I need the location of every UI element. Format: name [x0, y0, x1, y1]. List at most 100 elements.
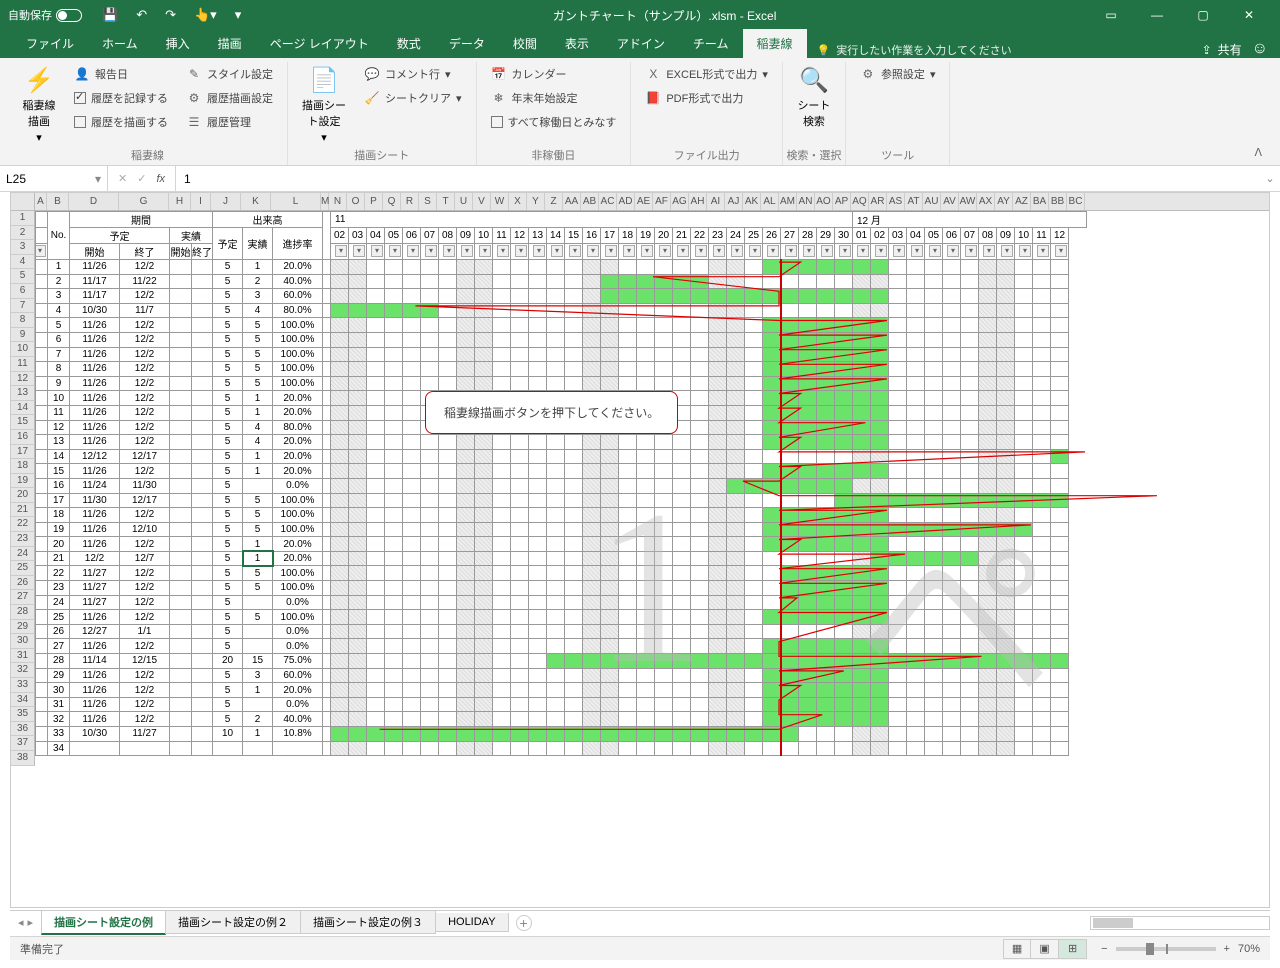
row-header[interactable]: 20: [11, 488, 35, 503]
row-header[interactable]: 24: [11, 547, 35, 562]
zoom-slider-thumb[interactable]: [1146, 943, 1154, 955]
column-header[interactable]: AL: [761, 193, 779, 210]
row-header[interactable]: 36: [11, 722, 35, 737]
calendar-button[interactable]: 📅カレンダー: [487, 64, 621, 84]
pdf-export-button[interactable]: 📕PDF形式で出力: [641, 88, 772, 108]
column-header[interactable]: AJ: [725, 193, 743, 210]
row-header[interactable]: 26: [11, 576, 35, 591]
sheet-search-button[interactable]: 🔍 シート 検索: [793, 62, 835, 151]
row-header[interactable]: 7: [11, 299, 35, 314]
tab-addin[interactable]: アドイン: [603, 29, 679, 58]
column-header[interactable]: AS: [887, 193, 905, 210]
touch-mode-icon[interactable]: 👆▾: [194, 7, 217, 23]
style-settings-button[interactable]: ✎スタイル設定: [182, 64, 277, 84]
row-header[interactable]: 10: [11, 342, 35, 357]
column-header[interactable]: D: [69, 193, 119, 210]
row-header[interactable]: 1: [11, 211, 35, 226]
sheet-tab-2[interactable]: 描画シート設定の例２: [165, 911, 301, 934]
row-header[interactable]: 14: [11, 401, 35, 416]
column-header[interactable]: N: [329, 193, 347, 210]
column-header[interactable]: AE: [635, 193, 653, 210]
all-working-checkbox[interactable]: すべて稼働日とみなす: [487, 112, 621, 132]
row-header[interactable]: 35: [11, 707, 35, 722]
column-header[interactable]: AM: [779, 193, 797, 210]
row-header[interactable]: 32: [11, 663, 35, 678]
comment-row-button[interactable]: 💬コメント行 ▾: [360, 64, 466, 84]
zoom-in-button[interactable]: +: [1224, 943, 1230, 955]
row-header[interactable]: 27: [11, 590, 35, 605]
column-header[interactable]: BC: [1067, 193, 1085, 210]
column-header[interactable]: Z: [545, 193, 563, 210]
draw-sheet-settings-button[interactable]: 📄 描画シー ト設定 ▾: [298, 62, 350, 151]
undo-icon[interactable]: ↶: [136, 7, 147, 23]
column-header[interactable]: AU: [923, 193, 941, 210]
row-header[interactable]: 30: [11, 634, 35, 649]
maximize-button[interactable]: ▢: [1180, 0, 1226, 30]
column-header[interactable]: AA: [563, 193, 581, 210]
column-header[interactable]: A: [35, 193, 47, 210]
row-header[interactable]: 15: [11, 415, 35, 430]
column-header[interactable]: AC: [599, 193, 617, 210]
row-header[interactable]: 9: [11, 328, 35, 343]
row-header[interactable]: 19: [11, 474, 35, 489]
zoom-value[interactable]: 70%: [1238, 943, 1260, 955]
reference-settings-button[interactable]: ⚙参照設定 ▾: [856, 64, 940, 84]
column-header[interactable]: B: [47, 193, 69, 210]
record-history-checkbox[interactable]: 履歴を記録する: [70, 88, 172, 108]
column-header[interactable]: U: [455, 193, 473, 210]
sheet-clear-button[interactable]: 🧹シートクリア ▾: [360, 88, 466, 108]
cancel-formula-icon[interactable]: ✕: [118, 172, 127, 185]
formula-input[interactable]: [184, 172, 1252, 186]
minimize-button[interactable]: —: [1134, 0, 1180, 30]
save-icon[interactable]: 💾: [102, 7, 118, 23]
sheet-tab-3[interactable]: 描画シート設定の例３: [300, 911, 436, 934]
tab-draw[interactable]: 描画: [204, 29, 256, 58]
tell-me-box[interactable]: 💡 実行したい作業を入力してください: [817, 42, 1012, 58]
column-header[interactable]: AP: [833, 193, 851, 210]
tab-view[interactable]: 表示: [551, 29, 603, 58]
sheet-nav-prev-icon[interactable]: ▸: [28, 916, 34, 929]
tab-formulas[interactable]: 数式: [383, 29, 435, 58]
yearend-settings-button[interactable]: ❄年末年始設定: [487, 88, 621, 108]
row-header[interactable]: 2: [11, 226, 35, 241]
column-header[interactable]: AI: [707, 193, 725, 210]
tab-insert[interactable]: 挿入: [152, 29, 204, 58]
chevron-down-icon[interactable]: ▾: [95, 172, 101, 186]
column-header[interactable]: R: [401, 193, 419, 210]
row-header[interactable]: 31: [11, 649, 35, 664]
column-header[interactable]: AF: [653, 193, 671, 210]
row-header[interactable]: 4: [11, 255, 35, 270]
sheet-cells[interactable]: No.期間出来高1112 月予定実績予定実績進捗率020304050607080…: [35, 211, 1269, 907]
tab-home[interactable]: ホーム: [88, 29, 152, 58]
tab-review[interactable]: 校閲: [499, 29, 551, 58]
share-button[interactable]: ⇪ 共有: [1202, 41, 1242, 58]
horizontal-scrollbar[interactable]: [1090, 916, 1270, 930]
column-header[interactable]: AB: [581, 193, 599, 210]
column-header[interactable]: H: [169, 193, 191, 210]
name-box-input[interactable]: [6, 172, 95, 186]
row-header[interactable]: 3: [11, 240, 35, 255]
inazuma-draw-button[interactable]: ⚡ 稲妻線 描画 ▾: [18, 62, 60, 151]
page-break-view-button[interactable]: ⊞: [1059, 939, 1087, 959]
row-header[interactable]: 6: [11, 284, 35, 299]
column-header[interactable]: O: [347, 193, 365, 210]
column-header[interactable]: M: [321, 193, 329, 210]
enter-formula-icon[interactable]: ✓: [137, 172, 146, 185]
column-header[interactable]: AD: [617, 193, 635, 210]
row-header[interactable]: 28: [11, 605, 35, 620]
column-header[interactable]: G: [119, 193, 169, 210]
column-header[interactable]: K: [241, 193, 271, 210]
column-header[interactable]: V: [473, 193, 491, 210]
report-date-button[interactable]: 👤報告日: [70, 64, 172, 84]
row-header[interactable]: 12: [11, 372, 35, 387]
sheet-tab-4[interactable]: HOLIDAY: [435, 913, 508, 932]
column-header[interactable]: Y: [527, 193, 545, 210]
column-header[interactable]: L: [271, 193, 321, 210]
column-header[interactable]: AG: [671, 193, 689, 210]
row-header[interactable]: 5: [11, 269, 35, 284]
column-header[interactable]: AQ: [851, 193, 869, 210]
column-header[interactable]: BB: [1049, 193, 1067, 210]
feedback-smiley-icon[interactable]: ☺: [1252, 40, 1268, 58]
sheet-nav-first-icon[interactable]: ◂: [18, 916, 24, 929]
sheet-tab-1[interactable]: 描画シート設定の例: [41, 911, 166, 935]
